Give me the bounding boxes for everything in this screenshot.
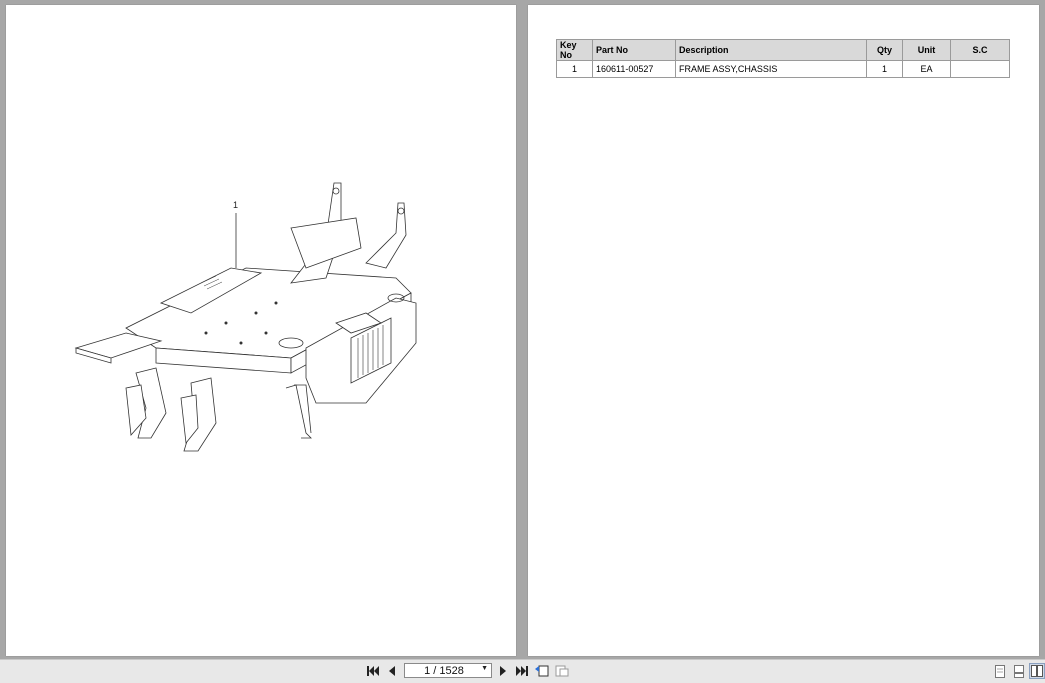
cell-unit: EA <box>902 60 951 78</box>
header-unit: Unit <box>902 39 951 61</box>
navigation-toolbar: 1 / 1528 ▼ <box>0 659 1045 683</box>
left-page: 1 <box>6 5 516 656</box>
header-part-no: Part No <box>592 39 676 61</box>
single-page-view-icon[interactable] <box>992 663 1008 679</box>
dropdown-caret-icon: ▼ <box>481 665 488 672</box>
cell-sc <box>950 60 1010 78</box>
next-view-icon[interactable] <box>554 663 570 679</box>
next-page-icon[interactable] <box>495 663 511 679</box>
continuous-view-icon[interactable] <box>1011 663 1027 679</box>
cell-description: FRAME ASSY,CHASSIS <box>675 60 867 78</box>
header-key-no: Key No <box>556 39 593 61</box>
table-row: 1 160611-00527 FRAME ASSY,CHASSIS 1 EA <box>556 60 1010 78</box>
last-page-icon[interactable] <box>514 663 530 679</box>
previous-page-icon[interactable] <box>384 663 400 679</box>
cell-key-no: 1 <box>556 60 593 78</box>
table-header-row: Key No Part No Description Qty Unit S.C <box>556 39 1010 61</box>
cell-part-no: 160611-00527 <box>592 60 676 78</box>
previous-view-icon[interactable] <box>534 663 550 679</box>
header-sc: S.C <box>950 39 1010 61</box>
cell-qty: 1 <box>866 60 903 78</box>
header-qty: Qty <box>866 39 903 61</box>
page-number-selector[interactable]: 1 / 1528 ▼ <box>404 663 492 678</box>
header-description: Description <box>675 39 867 61</box>
parts-table: Key No Part No Description Qty Unit S.C … <box>556 39 1010 78</box>
first-page-icon[interactable] <box>365 663 381 679</box>
right-page: Key No Part No Description Qty Unit S.C … <box>528 5 1039 656</box>
chassis-frame-drawing <box>74 182 417 452</box>
two-page-view-icon[interactable] <box>1029 663 1045 679</box>
page-indicator: 1 / 1528 <box>424 664 464 677</box>
